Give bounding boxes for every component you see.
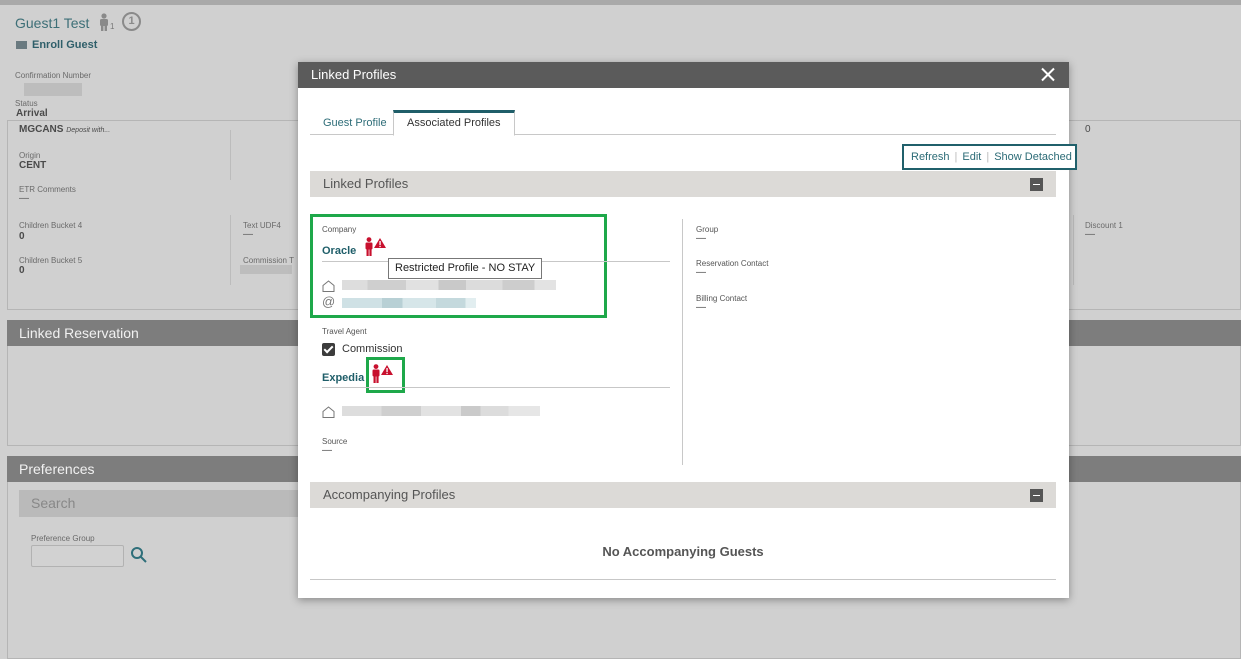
commission-checkbox[interactable]: [322, 343, 335, 356]
status-label: Status: [15, 99, 38, 108]
search-icon[interactable]: [130, 546, 148, 564]
enroll-guest-link[interactable]: Enroll Guest: [16, 39, 97, 51]
commission-label: Commission T: [243, 256, 294, 265]
dialog-title: Linked Profiles: [311, 67, 397, 82]
company-address-redacted: [342, 280, 556, 290]
right-zero: 0: [1085, 124, 1091, 135]
refresh-button[interactable]: Refresh: [911, 151, 950, 163]
id-card-icon: [16, 41, 27, 50]
children5-label: Children Bucket 5: [19, 256, 83, 265]
company-email-redacted: [342, 298, 476, 308]
confirmation-label: Confirmation Number: [15, 71, 92, 80]
market-code: MGCANS Deposit with...: [19, 124, 111, 135]
reservation-contact-label: Reservation Contact: [696, 259, 769, 268]
divider: [1073, 215, 1074, 285]
bottom-divider: [310, 579, 1056, 580]
profile-tabs: Guest Profile Associated Profiles: [310, 110, 1056, 136]
preference-group-label: Preference Group: [31, 534, 95, 543]
column-divider: [682, 219, 683, 465]
restricted-profile-tooltip: Restricted Profile - NO STAY: [388, 258, 543, 279]
accompanying-profiles-section-header[interactable]: Accompanying Profiles: [310, 482, 1056, 508]
commission-label: Commission: [342, 343, 403, 355]
preference-group-input[interactable]: [31, 545, 124, 567]
divider: [230, 130, 231, 180]
close-icon[interactable]: [1039, 66, 1057, 84]
edit-button[interactable]: Edit: [962, 151, 981, 163]
top-border: [0, 0, 1241, 5]
linked-profiles-dialog: Linked Profiles Guest Profile Associated…: [298, 62, 1077, 598]
collapse-icon[interactable]: [1030, 178, 1043, 191]
billing-contact-value: —: [696, 302, 706, 313]
market-note: Deposit with...: [66, 127, 111, 134]
tab-guest-profile[interactable]: Guest Profile: [310, 110, 400, 135]
guest-name[interactable]: Guest1 Test: [15, 15, 89, 31]
restricted-person-icon[interactable]: [364, 237, 388, 257]
linked-profiles-section-title: Linked Profiles: [323, 176, 409, 191]
children4-label: Children Bucket 4: [19, 221, 83, 230]
children5-value: 0: [19, 265, 25, 276]
accompanying-profiles-title: Accompanying Profiles: [323, 487, 456, 502]
etr-value: —: [19, 193, 29, 204]
status-value: Arrival: [16, 108, 48, 119]
commission-redacted: [240, 265, 292, 274]
company-name-link[interactable]: Oracle: [322, 245, 356, 257]
collapse-icon[interactable]: [1030, 489, 1043, 502]
company-label: Company: [322, 225, 357, 234]
restricted-person-icon[interactable]: [371, 364, 395, 384]
dialog-header: Linked Profiles: [298, 62, 1069, 88]
discount-value: —: [1085, 229, 1095, 240]
person-icon: [100, 13, 108, 31]
guest-count: 1: [110, 22, 115, 31]
enroll-guest-label: Enroll Guest: [32, 39, 98, 51]
action-bar: Refresh | Edit | Show Detached: [902, 144, 1077, 170]
group-value: —: [696, 233, 706, 244]
divider: [230, 215, 231, 285]
travel-agent-label: Travel Agent: [322, 327, 367, 336]
udf4-value: —: [243, 229, 253, 240]
notification-badge[interactable]: 1: [122, 12, 141, 31]
travel-agent-divider: [322, 387, 670, 388]
house-icon: [322, 280, 335, 292]
search-bar[interactable]: Search: [19, 490, 299, 517]
confirmation-redacted: [24, 83, 82, 96]
reservation-contact-value: —: [696, 267, 706, 278]
house-icon: [322, 406, 335, 418]
tab-associated-profiles[interactable]: Associated Profiles: [393, 110, 515, 136]
at-icon: @: [322, 294, 336, 309]
origin-label: Origin: [19, 151, 41, 160]
show-detached-button[interactable]: Show Detached: [994, 151, 1072, 163]
origin-value: CENT: [19, 160, 47, 171]
linked-profiles-section-header[interactable]: Linked Profiles: [310, 171, 1056, 197]
no-accompanying-message: No Accompanying Guests: [602, 544, 764, 559]
travel-agent-address-redacted: [342, 406, 540, 416]
children4-value: 0: [19, 231, 25, 242]
travel-agent-name-link[interactable]: Expedia: [322, 372, 364, 384]
source-value: —: [322, 445, 332, 456]
